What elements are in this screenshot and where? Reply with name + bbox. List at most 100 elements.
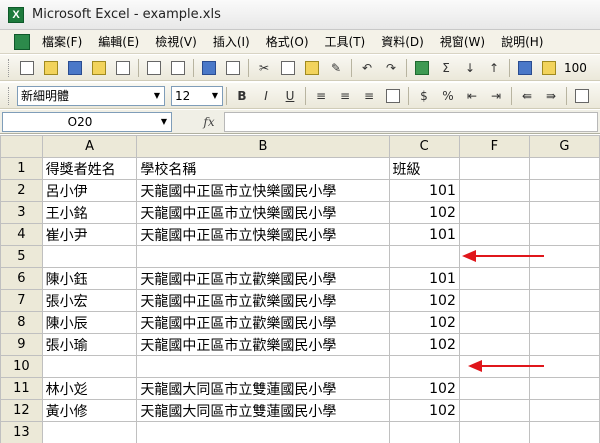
cell-b6[interactable]: 天龍國中正區市立歡樂國民小學 xyxy=(136,267,390,290)
cell-a2[interactable]: 呂小伊 xyxy=(41,179,138,202)
cell-c1[interactable]: 班級 xyxy=(388,157,460,180)
cell-a7[interactable]: 張小宏 xyxy=(41,289,138,312)
column-header-b[interactable]: B xyxy=(136,135,390,158)
row-header[interactable]: 5 xyxy=(0,245,43,268)
formula-input[interactable] xyxy=(224,111,598,132)
new-icon[interactable] xyxy=(17,58,37,78)
select-all-corner[interactable] xyxy=(0,135,43,158)
align-right-icon[interactable]: ≡ xyxy=(359,86,379,106)
bold-button[interactable]: B xyxy=(232,86,252,106)
cell-b12[interactable]: 天龍國大同區市立雙蓮國民小學 xyxy=(136,399,390,422)
cell[interactable] xyxy=(458,421,530,443)
cell-b13[interactable] xyxy=(136,421,390,443)
cell[interactable] xyxy=(458,333,530,356)
cell-b2[interactable]: 天龍國中正區市立快樂國民小學 xyxy=(136,179,390,202)
cell[interactable] xyxy=(528,223,600,246)
row-header[interactable]: 9 xyxy=(0,333,43,356)
cell[interactable] xyxy=(528,179,600,202)
cell-a3[interactable]: 王小銘 xyxy=(41,201,138,224)
cell-c3[interactable]: 102 xyxy=(388,201,460,224)
increase-decimal-icon[interactable]: ⇤ xyxy=(462,86,482,106)
open-icon[interactable] xyxy=(41,58,61,78)
cell[interactable] xyxy=(528,377,600,400)
copy-icon[interactable] xyxy=(278,58,298,78)
row-header[interactable]: 11 xyxy=(0,377,43,400)
research-icon[interactable] xyxy=(223,58,243,78)
cell[interactable] xyxy=(458,311,530,334)
cell-a13[interactable] xyxy=(41,421,138,443)
row-header[interactable]: 13 xyxy=(0,421,43,443)
column-header-f[interactable]: F xyxy=(458,135,530,158)
cell[interactable] xyxy=(458,201,530,224)
cell[interactable] xyxy=(528,421,600,443)
cell-c5[interactable] xyxy=(388,245,460,268)
print-icon[interactable] xyxy=(144,58,164,78)
print-preview-icon[interactable] xyxy=(168,58,188,78)
cell-c10[interactable] xyxy=(388,355,460,378)
excel-app-icon[interactable]: X xyxy=(8,6,24,23)
cell-a11[interactable]: 林小彣 xyxy=(41,377,138,400)
decrease-decimal-icon[interactable]: ⇥ xyxy=(486,86,506,106)
cell-b5[interactable] xyxy=(136,245,390,268)
italic-button[interactable]: I xyxy=(256,86,276,106)
sort-ascending-icon[interactable]: ↓ xyxy=(460,58,480,78)
insert-function-icon[interactable]: fx xyxy=(194,115,224,129)
cell[interactable] xyxy=(458,157,530,180)
row-header[interactable]: 4 xyxy=(0,223,43,246)
cell-a4[interactable]: 崔小尹 xyxy=(41,223,138,246)
cell[interactable] xyxy=(528,399,600,422)
cell[interactable] xyxy=(528,289,600,312)
workbook-icon[interactable] xyxy=(14,33,30,50)
email-icon[interactable] xyxy=(113,58,133,78)
column-header-g[interactable]: G xyxy=(528,135,600,158)
increase-indent-icon[interactable]: ⇛ xyxy=(541,86,561,106)
percent-button[interactable]: % xyxy=(438,86,458,106)
cell-b10[interactable] xyxy=(136,355,390,378)
cell-c9[interactable]: 102 xyxy=(388,333,460,356)
row-header[interactable]: 6 xyxy=(0,267,43,290)
cell-a5[interactable] xyxy=(41,245,138,268)
cell[interactable] xyxy=(528,267,600,290)
cell-c7[interactable]: 102 xyxy=(388,289,460,312)
sort-descending-icon[interactable]: ↑ xyxy=(484,58,504,78)
align-left-icon[interactable]: ≡ xyxy=(311,86,331,106)
cell-a10[interactable] xyxy=(41,355,138,378)
row-header[interactable]: 1 xyxy=(0,157,43,180)
cell[interactable] xyxy=(458,399,530,422)
font-size-select[interactable]: 12 ▼ xyxy=(171,85,223,106)
permission-icon[interactable] xyxy=(89,58,109,78)
menu-help[interactable]: 說明(H) xyxy=(493,30,551,54)
hyperlink-icon[interactable] xyxy=(412,58,432,78)
menu-view[interactable]: 檢視(V) xyxy=(147,30,205,54)
menu-window[interactable]: 視窗(W) xyxy=(432,30,493,54)
cell-c8[interactable]: 102 xyxy=(388,311,460,334)
cell[interactable] xyxy=(458,289,530,312)
font-name-select[interactable]: 新細明體 ▼ xyxy=(17,85,165,106)
merge-center-icon[interactable] xyxy=(383,86,403,106)
cell-b1[interactable]: 學校名稱 xyxy=(136,157,390,180)
save-icon[interactable] xyxy=(65,58,85,78)
cell[interactable] xyxy=(528,201,600,224)
autosum-button[interactable]: Σ xyxy=(436,58,456,78)
toolbar-grip[interactable] xyxy=(8,58,11,77)
chevron-down-icon[interactable]: ▼ xyxy=(157,113,171,131)
cut-icon[interactable]: ✂ xyxy=(254,58,274,78)
cell-c11[interactable]: 102 xyxy=(388,377,460,400)
cell[interactable] xyxy=(528,157,600,180)
format-painter-icon[interactable]: ✎ xyxy=(326,58,346,78)
row-header[interactable]: 12 xyxy=(0,399,43,422)
chevron-down-icon[interactable]: ▼ xyxy=(208,87,222,105)
cell-c12[interactable]: 102 xyxy=(388,399,460,422)
menu-tools[interactable]: 工具(T) xyxy=(317,30,374,54)
cell-b3[interactable]: 天龍國中正區市立快樂國民小學 xyxy=(136,201,390,224)
cell-c2[interactable]: 101 xyxy=(388,179,460,202)
redo-icon[interactable]: ↷ xyxy=(381,58,401,78)
borders-icon[interactable] xyxy=(572,86,592,106)
cell-c4[interactable]: 101 xyxy=(388,223,460,246)
cell[interactable] xyxy=(458,223,530,246)
toolbar-grip[interactable] xyxy=(8,86,11,105)
row-header[interactable]: 3 xyxy=(0,201,43,224)
row-header[interactable]: 7 xyxy=(0,289,43,312)
cell-a1[interactable]: 得獎者姓名 xyxy=(41,157,138,180)
chevron-down-icon[interactable]: ▼ xyxy=(150,87,164,105)
